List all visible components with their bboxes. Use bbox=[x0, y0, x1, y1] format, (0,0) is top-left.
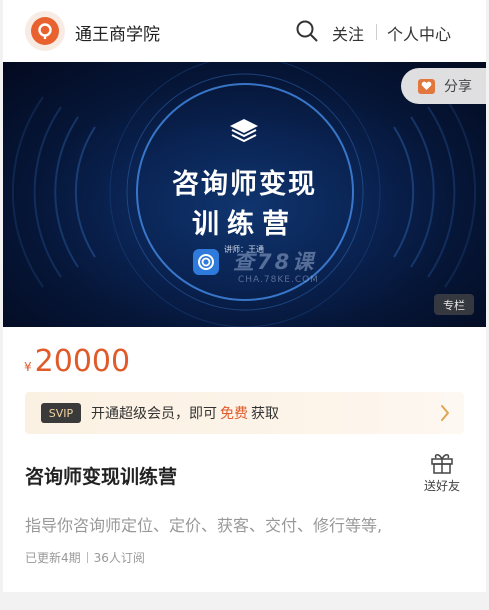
banner-title-line1: 咨询师变现 bbox=[172, 169, 317, 200]
search-icon[interactable] bbox=[295, 19, 319, 43]
price: ¥ 20000 bbox=[24, 344, 130, 379]
stack-icon bbox=[230, 119, 258, 143]
meta-divider bbox=[86, 552, 88, 563]
header-divider bbox=[376, 24, 377, 40]
watermark-text: 查78课 bbox=[233, 250, 317, 274]
logo-icon[interactable] bbox=[25, 11, 65, 51]
watermark-url: CHA.78KE.COM bbox=[238, 275, 319, 285]
share-label: 分享 bbox=[444, 79, 472, 95]
share-button[interactable]: 分享 bbox=[401, 68, 486, 104]
chevron-right-icon[interactable] bbox=[440, 404, 450, 422]
brand-name[interactable]: 通王商学院 bbox=[75, 20, 160, 45]
course-title: 咨询师变现训练营 bbox=[25, 466, 178, 488]
course-page: 通王商学院 关注 个人中心 咨询师变现 训练营 讲师：王通 查78课 CHA.7… bbox=[3, 0, 486, 610]
gift-icon bbox=[431, 454, 453, 474]
update-count: 已更新4期 bbox=[25, 551, 81, 565]
top-header: 通王商学院 关注 个人中心 bbox=[3, 0, 486, 62]
gift-label: 送好友 bbox=[423, 479, 460, 493]
svip-get-label: 获取 bbox=[251, 406, 279, 422]
svip-text: 开通超级会员，即可 bbox=[91, 406, 217, 422]
svip-free-label: 免费 bbox=[220, 406, 248, 422]
section-divider bbox=[3, 592, 486, 610]
gift-button[interactable]: 送好友 bbox=[419, 451, 465, 494]
svip-banner[interactable]: SVIP 开通超级会员，即可 免费 获取 bbox=[25, 392, 464, 434]
app-icon bbox=[193, 249, 219, 275]
subscriber-count: 36人订阅 bbox=[93, 551, 145, 565]
column-badge: 专栏 bbox=[434, 294, 474, 315]
currency-symbol: ¥ bbox=[24, 360, 32, 374]
course-meta: 已更新4期 36人订阅 bbox=[25, 549, 145, 566]
course-description: 指导你咨询师定位、定价、获客、交付、修行等等, bbox=[25, 516, 383, 535]
course-banner[interactable]: 咨询师变现 训练营 讲师：王通 查78课 CHA.78KE.COM 分享 专栏 bbox=[3, 62, 486, 327]
svip-tag: SVIP bbox=[41, 403, 81, 423]
banner-title-line2: 训练营 bbox=[192, 209, 297, 240]
price-amount: 20000 bbox=[34, 344, 131, 379]
share-icon bbox=[418, 78, 435, 94]
user-center-link[interactable]: 个人中心 bbox=[387, 21, 451, 45]
follow-button[interactable]: 关注 bbox=[332, 21, 364, 45]
